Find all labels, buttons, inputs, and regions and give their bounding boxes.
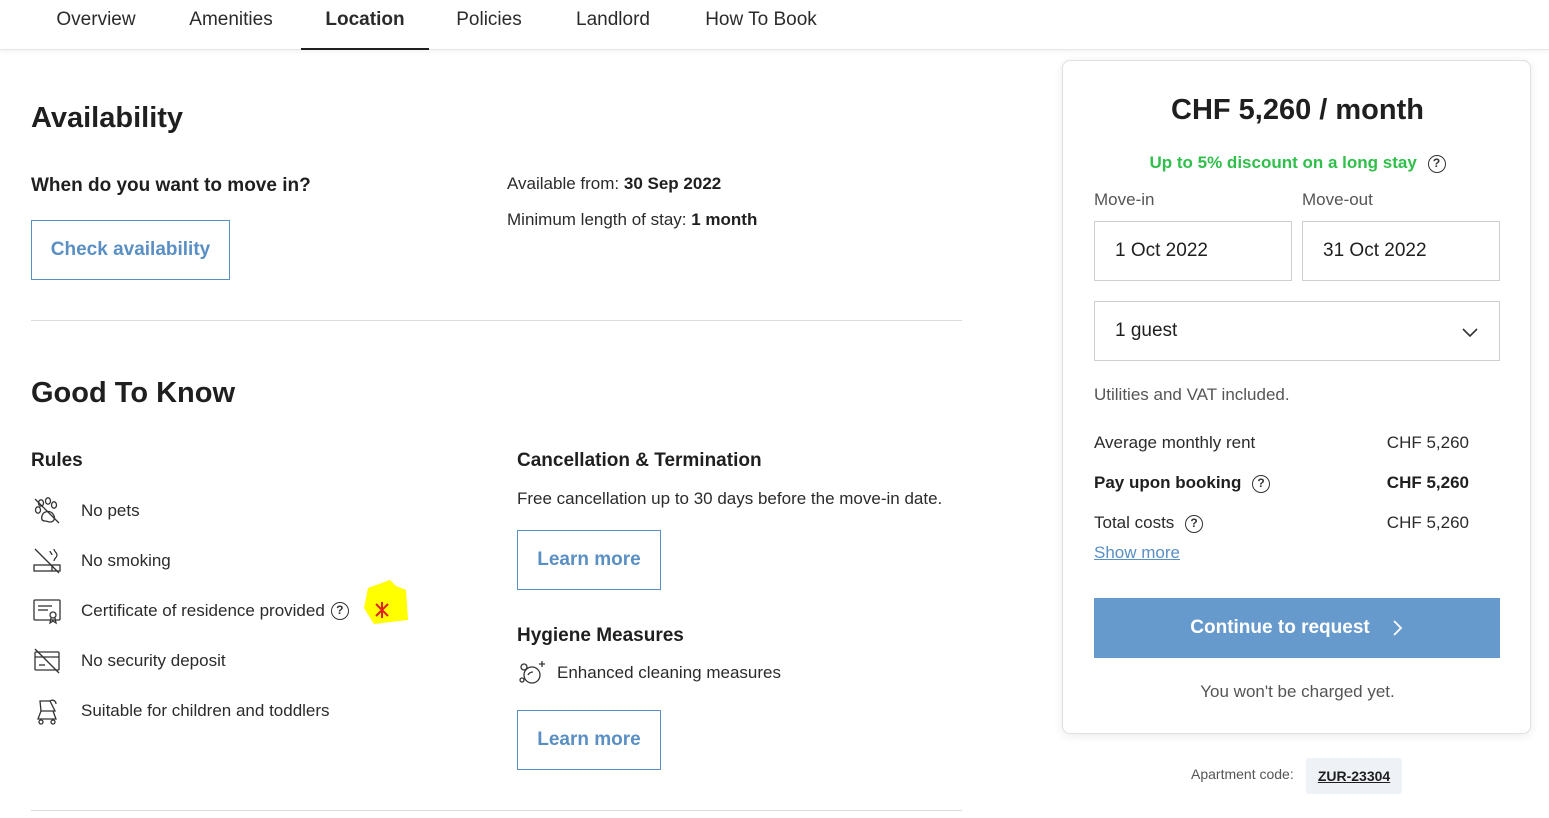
chevron-right-icon [1393, 620, 1402, 636]
price-row-total: Total costs ? CHF 5,260 [1094, 513, 1469, 533]
tab-how-to-book[interactable]: How To Book [690, 0, 832, 50]
rule-label: No security deposit [81, 651, 226, 670]
minimum-stay-value: 1 month [691, 210, 758, 229]
move-out-label: Move-out [1302, 190, 1373, 209]
hygiene-title: Hygiene Measures [517, 625, 684, 646]
cancellation-title: Cancellation & Termination [517, 450, 762, 471]
rules-title: Rules [31, 450, 83, 471]
tab-policies[interactable]: Policies [439, 0, 539, 50]
apartment-code-label: Apartment code: [1191, 766, 1294, 782]
utilities-note: Utilities and VAT included. [1094, 385, 1290, 404]
cleaning-icon [517, 658, 549, 688]
help-icon[interactable]: ? [1252, 474, 1271, 493]
available-from: Available from: 30 Sep 2022 [507, 174, 721, 194]
charge-note: You won't be charged yet. [1200, 682, 1395, 701]
price-row-label: Total costs [1094, 513, 1175, 532]
booking-card: CHF 5,260 / month Up to 5% discount on a… [1062, 60, 1531, 734]
cancellation-text: Free cancellation up to 30 days before t… [517, 489, 943, 508]
rule-label: No smoking [81, 551, 171, 570]
tab-amenities[interactable]: Amenities [171, 0, 291, 50]
no-smoking-icon [31, 546, 63, 576]
move-in-label: Move-in [1094, 190, 1155, 209]
available-from-value: 30 Sep 2022 [623, 174, 722, 193]
price-row-average: Average monthly rent CHF 5,260 [1094, 433, 1469, 453]
rule-label: Certificate of residence provided [81, 601, 325, 620]
cta-label: Continue to request [1190, 617, 1370, 638]
rule-children: Suitable for children and toddlers [31, 696, 330, 726]
hygiene-item: Enhanced cleaning measures [517, 658, 781, 688]
guests-value: 1 guest [1115, 320, 1178, 341]
top-nav: Overview Amenities Location Policies Lan… [0, 0, 1549, 50]
chevron-down-icon [1462, 328, 1478, 338]
discount-text: Up to 5% discount on a long stay [1149, 153, 1417, 172]
hygiene-label: Enhanced cleaning measures [557, 663, 781, 682]
rule-no-pets: No pets [31, 496, 140, 526]
discount-note: Up to 5% discount on a long stay ? [1063, 153, 1532, 173]
price-row-label: Pay upon booking [1094, 473, 1242, 492]
good-to-know-title: Good To Know [31, 377, 236, 409]
price-row-value: CHF 5,260 [1386, 513, 1469, 532]
learn-more-hygiene-button[interactable]: Learn more [517, 710, 661, 770]
minimum-stay-label: Minimum length of stay: [507, 210, 687, 229]
rule-label: No pets [81, 501, 140, 520]
tab-overview[interactable]: Overview [31, 0, 161, 50]
help-icon[interactable]: ? [1185, 514, 1204, 533]
tab-location[interactable]: Location [301, 0, 429, 50]
show-more-link[interactable]: Show more [1094, 543, 1180, 563]
price-row-value: CHF 5,260 [1386, 433, 1469, 452]
learn-more-cancellation-button[interactable]: Learn more [517, 530, 661, 590]
highlight-marker [362, 578, 408, 624]
price-row-label: Average monthly rent [1094, 433, 1256, 452]
tab-landlord[interactable]: Landlord [559, 0, 667, 50]
help-icon[interactable]: ? [330, 602, 349, 620]
availability-title: Availability [31, 102, 184, 134]
guests-select[interactable]: 1 guest [1094, 301, 1500, 361]
minimum-stay: Minimum length of stay: 1 month [507, 210, 757, 230]
rule-label: Suitable for children and toddlers [81, 701, 330, 720]
rule-no-smoking: No smoking [31, 546, 171, 576]
move-in-field[interactable]: 1 Oct 2022 [1094, 221, 1292, 281]
certificate-icon [31, 596, 63, 626]
price-row-value: CHF 5,260 [1386, 473, 1469, 492]
section-divider-bottom [31, 810, 962, 811]
rule-no-deposit: No security deposit [31, 646, 226, 676]
no-pets-icon [31, 496, 63, 526]
price-row-pay-upon-booking: Pay upon booking ? CHF 5,260 [1094, 473, 1469, 493]
help-icon[interactable]: ? [1427, 154, 1446, 173]
no-deposit-icon [31, 646, 63, 676]
price-per-month: CHF 5,260 / month [1171, 94, 1424, 126]
move-out-field[interactable]: 31 Oct 2022 [1302, 221, 1500, 281]
rule-certificate: Certificate of residence provided ? [31, 596, 349, 626]
apartment-code-value[interactable]: ZUR-23304 [1306, 758, 1402, 794]
check-availability-button[interactable]: Check availability [31, 220, 230, 280]
section-divider [31, 320, 962, 321]
available-from-label: Available from: [507, 174, 620, 193]
move-in-question: When do you want to move in? [31, 175, 311, 196]
continue-to-request-button[interactable]: Continue to request [1094, 598, 1500, 658]
stroller-icon [31, 696, 63, 726]
